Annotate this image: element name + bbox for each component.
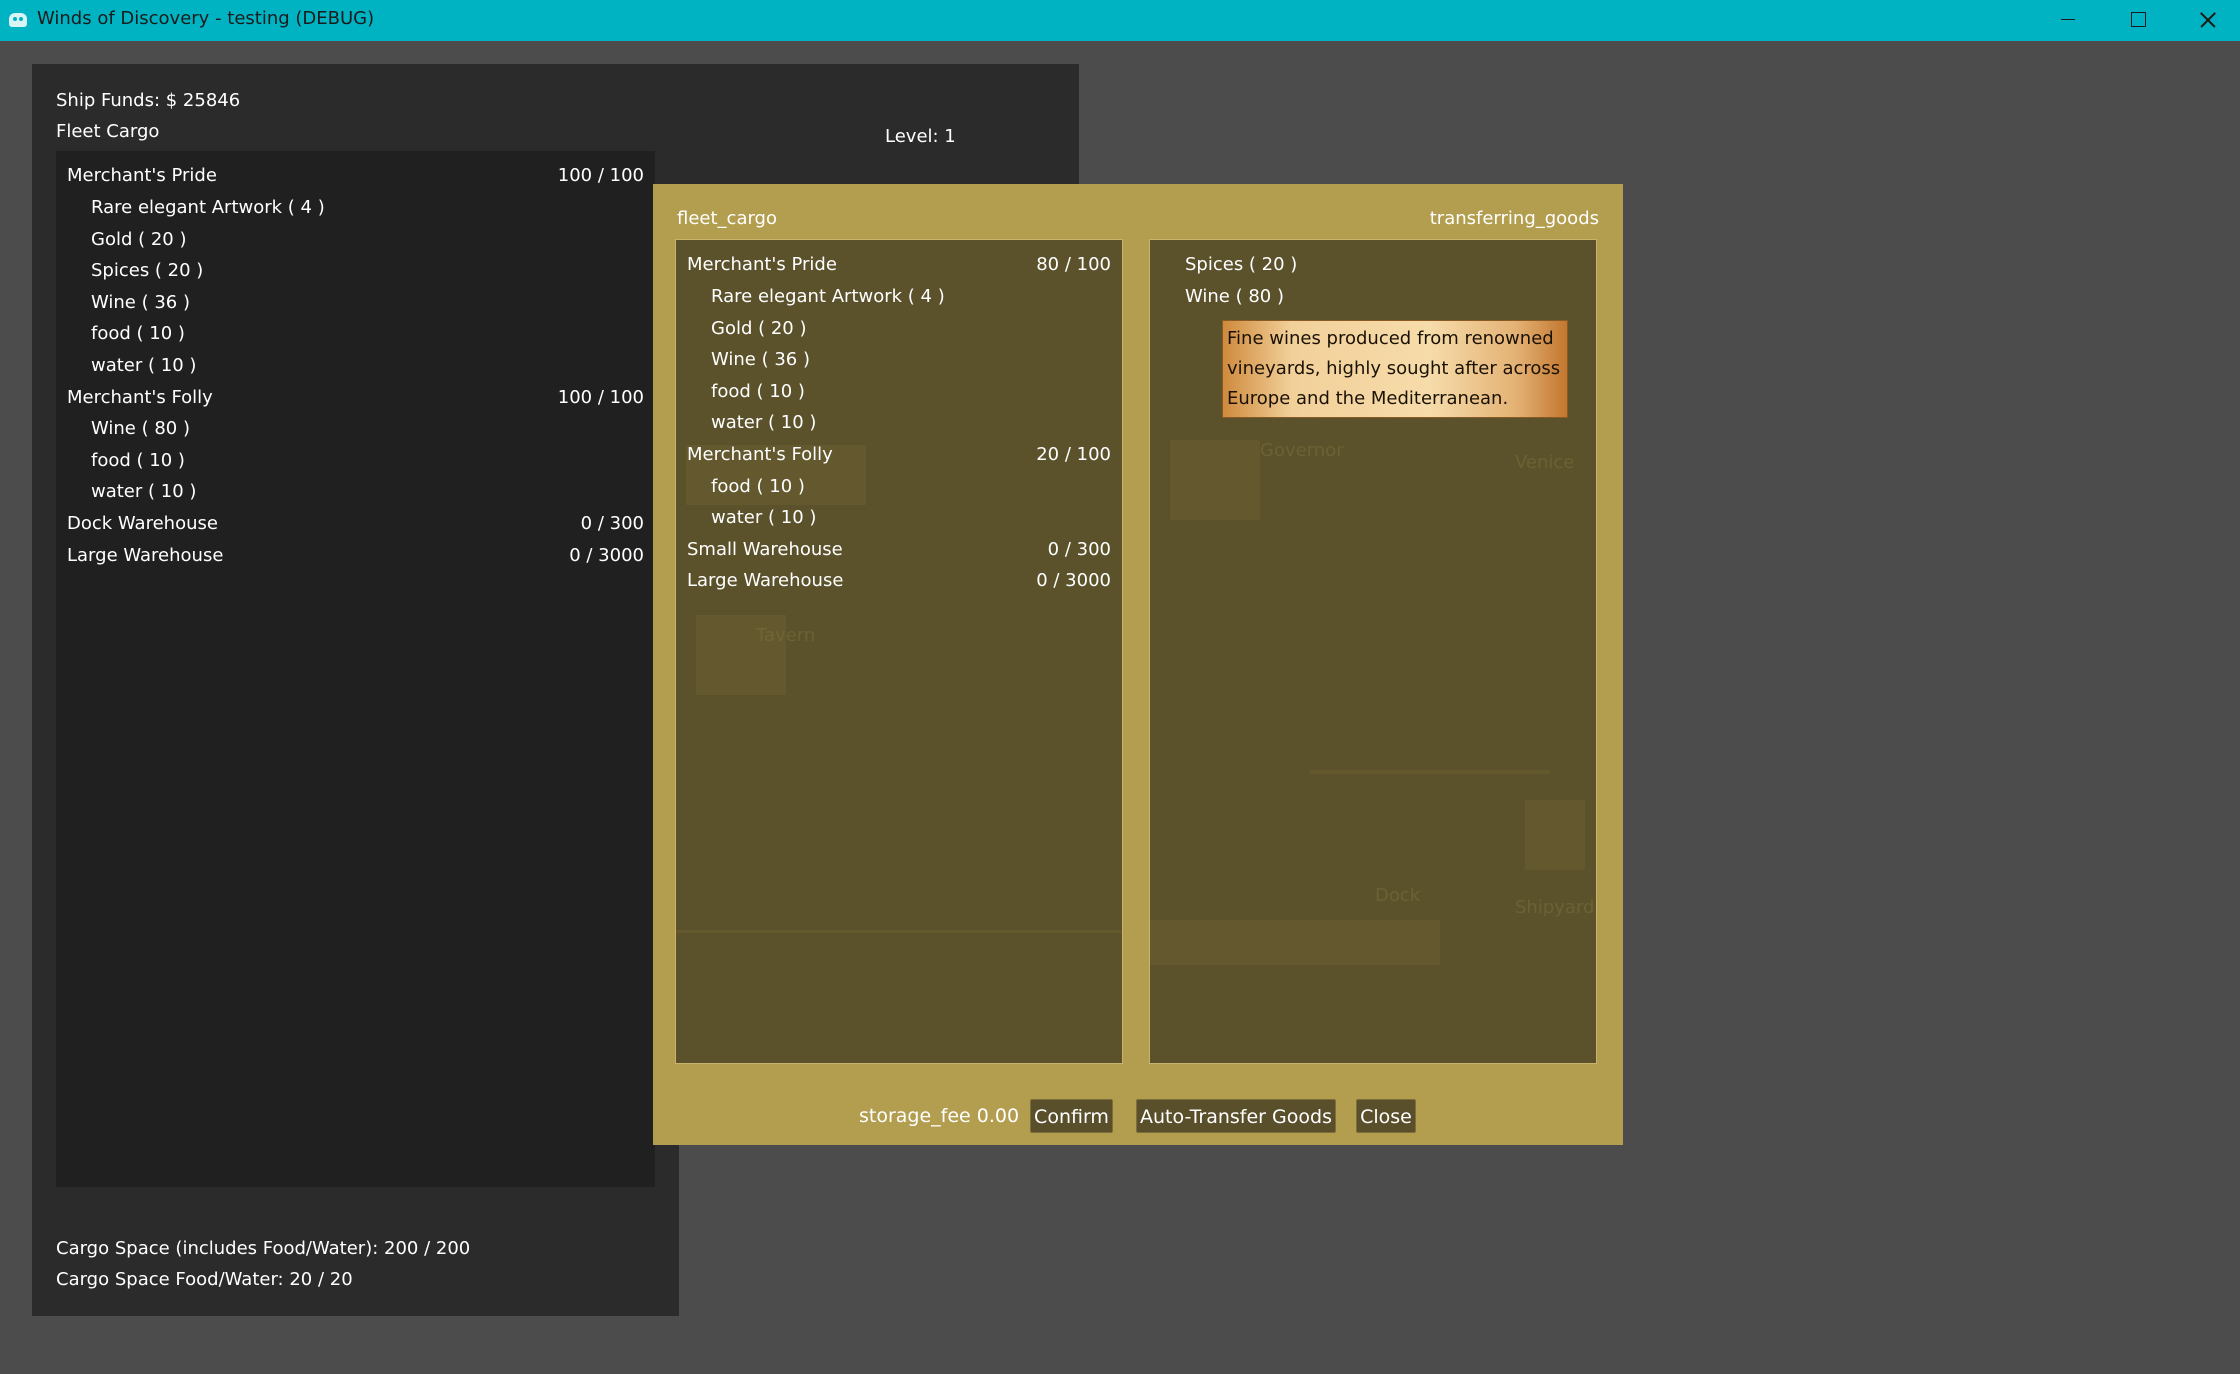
row-name: Wine ( 80 ) — [91, 418, 190, 439]
cargo-item-row[interactable]: food ( 10 ) — [56, 319, 655, 351]
row-name: Spices ( 20 ) — [1185, 254, 1298, 275]
warehouse-row[interactable]: Large Warehouse 0 / 3000 — [56, 541, 655, 573]
row-capacity: 0 / 3000 — [1036, 570, 1111, 591]
fleet-panel-header-extension: Level: 1 — [679, 64, 1079, 184]
row-name: water ( 10 ) — [91, 481, 197, 502]
storage-fee-label: storage_fee 0.00 — [859, 1105, 1020, 1127]
maximize-button[interactable] — [2102, 0, 2172, 41]
cargo-item-row[interactable]: Wine ( 36 ) — [56, 288, 655, 320]
cargo-item-row[interactable]: Wine ( 36 ) — [676, 345, 1122, 377]
row-name: Merchant's Folly — [67, 387, 213, 408]
ship-row[interactable]: Merchant's Folly 20 / 100 — [676, 440, 1122, 472]
ship-funds-label: Ship Funds: $ 25846 — [56, 90, 241, 111]
fleet-cargo-pane-title: fleet_cargo — [677, 208, 777, 229]
row-capacity: 20 / 100 — [1036, 444, 1111, 465]
cargo-item-row[interactable]: water ( 10 ) — [676, 503, 1122, 535]
background-venice-label: Venice — [1515, 452, 1575, 473]
row-name: Rare elegant Artwork ( 4 ) — [91, 197, 325, 218]
fleet-cargo-pane[interactable]: Tavern Merchant's Pride 80 / 100 Rare ele… — [675, 239, 1123, 1064]
row-name: Spices ( 20 ) — [91, 260, 204, 281]
ship-row[interactable]: Merchant's Pride 100 / 100 — [56, 161, 655, 193]
cargo-item-row[interactable]: Gold ( 20 ) — [56, 225, 655, 257]
background-dock-shape — [1150, 920, 1440, 965]
row-capacity: 100 / 100 — [557, 165, 644, 186]
minimize-button[interactable] — [2032, 0, 2102, 41]
row-capacity: 0 / 300 — [1047, 539, 1111, 560]
row-name: Merchant's Pride — [687, 254, 837, 275]
row-name: Small Warehouse — [687, 539, 843, 560]
background-quay-line — [676, 930, 1122, 933]
row-name: Rare elegant Artwork ( 4 ) — [711, 286, 945, 307]
cargo-item-row[interactable]: water ( 10 ) — [56, 351, 655, 383]
row-name: Wine ( 80 ) — [1185, 286, 1284, 307]
auto-transfer-goods-button[interactable]: Auto-Transfer Goods — [1136, 1099, 1336, 1133]
row-name: Wine ( 36 ) — [91, 292, 190, 313]
row-name: Wine ( 36 ) — [711, 349, 810, 370]
cargo-item-row[interactable]: Gold ( 20 ) — [676, 314, 1122, 346]
row-name: Large Warehouse — [687, 570, 844, 591]
item-description-tooltip: Fine wines produced from renowned vineya… — [1222, 320, 1568, 418]
transfer-item-row[interactable]: Wine ( 80 ) — [1150, 282, 1596, 314]
transfer-goods-dialog: fleet_cargo transferring_goods Tavern Me… — [653, 184, 1623, 1145]
background-road-line — [1310, 770, 1550, 774]
cargo-space-label: Cargo Space (includes Food/Water): 200 /… — [56, 1238, 471, 1259]
cargo-item-row[interactable]: food ( 10 ) — [676, 472, 1122, 504]
row-capacity: 0 / 3000 — [569, 545, 644, 566]
row-name: Gold ( 20 ) — [711, 318, 807, 339]
cargo-item-row[interactable]: food ( 10 ) — [676, 377, 1122, 409]
warehouse-row[interactable]: Small Warehouse 0 / 300 — [676, 535, 1122, 567]
cargo-item-row[interactable]: Wine ( 80 ) — [56, 414, 655, 446]
row-name: food ( 10 ) — [711, 476, 805, 497]
cargo-item-row[interactable]: Spices ( 20 ) — [56, 256, 655, 288]
cargo-item-row[interactable]: water ( 10 ) — [56, 477, 655, 509]
transferring-goods-pane[interactable]: Governor Venice Dock Shipyard Spices ( 2… — [1149, 239, 1597, 1064]
background-shipyard-label: Shipyard — [1515, 897, 1595, 918]
level-label: Level: 1 — [885, 126, 956, 147]
confirm-button[interactable]: Confirm — [1030, 1099, 1113, 1133]
ship-row[interactable]: Merchant's Folly 100 / 100 — [56, 383, 655, 415]
background-building-shape — [1170, 440, 1260, 520]
fleet-cargo-title: Fleet Cargo — [56, 121, 160, 142]
fleet-cargo-list[interactable]: Merchant's Pride 100 / 100 Rare elegant A… — [56, 151, 655, 1187]
row-capacity: 100 / 100 — [557, 387, 644, 408]
warehouse-row[interactable]: Large Warehouse 0 / 3000 — [676, 566, 1122, 598]
cargo-item-row[interactable]: Rare elegant Artwork ( 4 ) — [56, 193, 655, 225]
warehouse-row[interactable]: Dock Warehouse 0 / 300 — [56, 509, 655, 541]
row-name: Dock Warehouse — [67, 513, 218, 534]
food-water-space-label: Cargo Space Food/Water: 20 / 20 — [56, 1269, 353, 1290]
row-name: Merchant's Folly — [687, 444, 833, 465]
godot-icon — [9, 13, 27, 27]
window-title: Winds of Discovery - testing (DEBUG) — [37, 8, 375, 29]
row-name: food ( 10 ) — [91, 450, 185, 471]
row-capacity: 0 / 300 — [580, 513, 644, 534]
row-name: water ( 10 ) — [711, 507, 817, 528]
row-name: Merchant's Pride — [67, 165, 217, 186]
transfer-item-row[interactable]: Spices ( 20 ) — [1150, 250, 1596, 282]
row-name: water ( 10 ) — [91, 355, 197, 376]
background-dock-label: Dock — [1375, 885, 1421, 906]
row-name: Gold ( 20 ) — [91, 229, 187, 250]
background-building-shape — [1525, 800, 1585, 870]
cargo-item-row[interactable]: food ( 10 ) — [56, 446, 655, 478]
transferring-goods-pane-title: transferring_goods — [1429, 208, 1599, 229]
row-name: Large Warehouse — [67, 545, 224, 566]
row-name: water ( 10 ) — [711, 412, 817, 433]
background-governor-label: Governor — [1260, 440, 1344, 461]
dialog-close-button[interactable]: Close — [1356, 1099, 1416, 1133]
row-capacity: 80 / 100 — [1036, 254, 1111, 275]
background-tavern-label: Tavern — [756, 625, 816, 646]
ship-row[interactable]: Merchant's Pride 80 / 100 — [676, 250, 1122, 282]
window-titlebar: Winds of Discovery - testing (DEBUG) — [0, 0, 2240, 41]
row-name: food ( 10 ) — [91, 323, 185, 344]
cargo-item-row[interactable]: water ( 10 ) — [676, 408, 1122, 440]
cargo-item-row[interactable]: Rare elegant Artwork ( 4 ) — [676, 282, 1122, 314]
row-name: food ( 10 ) — [711, 381, 805, 402]
window-close-button[interactable] — [2172, 0, 2240, 41]
